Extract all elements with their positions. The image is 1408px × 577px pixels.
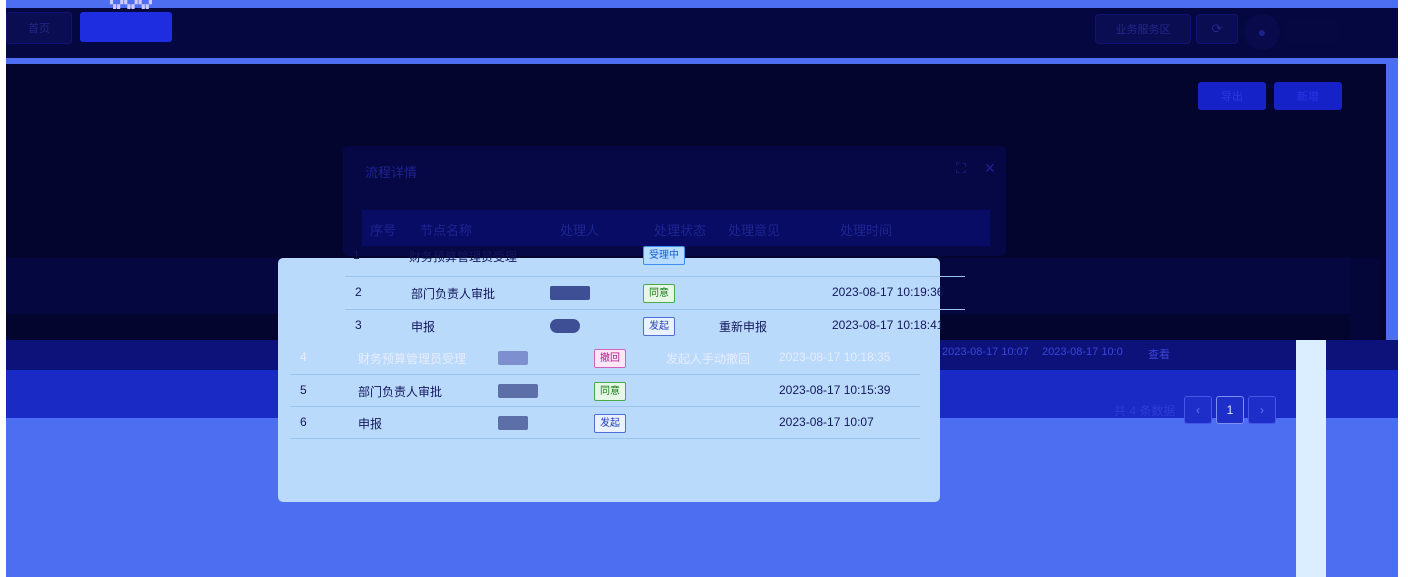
table-row: 6 申报 发起 2023-08-17 10:07 [300,414,874,433]
status-badge: 发起 [594,414,626,433]
table-row: 4 财务预算管理员受理 撤回 发起人手动撤回 2023-08-17 10:18:… [300,349,891,368]
tab-home[interactable]: 首页 [6,12,72,44]
chevron-right-icon[interactable]: › [1248,396,1276,424]
status-badge: 同意 [643,284,675,303]
handler-avatar [498,384,538,398]
header-status: 处理状态 [654,223,707,238]
status-badge: 同意 [594,382,626,401]
user-name[interactable] [1286,18,1338,42]
service-area-button[interactable]: 业务服务区 [1095,14,1191,44]
export-button[interactable]: 导出 [1198,82,1266,110]
tab-active[interactable] [80,12,172,42]
header-time: 处理时间 [840,223,893,238]
close-icon[interactable]: ✕ [984,160,996,177]
table-row: 2 部门负责人审批 同意 2023-08-17 10:19:36 [355,284,944,303]
table-cell: 2023-08-17 10:07 [942,346,1029,358]
refresh-icon[interactable]: ⟳ [1196,14,1238,44]
scrollbar-track[interactable] [1296,340,1326,577]
page-number[interactable]: 1 [1216,396,1244,424]
status-badge: 受理中 [643,246,685,265]
artifact-text: ▚▞▚▞▚▞ [110,0,153,9]
modal-table-header: 序号 节点名称 处理人 处理状态 处理意见 处理时间 [362,210,990,246]
chevron-left-icon[interactable]: ‹ [1184,396,1212,424]
table-row: 1 财务预算管理员受理 受理中 [345,244,965,276]
handler-avatar [550,286,590,300]
handler-avatar [498,351,528,365]
status-badge: 撤回 [594,349,626,368]
pagination-total: 共 4 条数据 [1114,404,1176,418]
handler-avatar [550,319,580,333]
table-cell: 2023-08-17 10:0 [1042,346,1123,358]
fullscreen-icon[interactable]: ⛶ [956,160,966,177]
header-no: 序号 [370,223,397,238]
right-edge [1398,0,1408,577]
header-opinion: 处理意见 [728,223,781,238]
header-handler: 处理人 [560,223,600,238]
table-row: 5 部门负责人审批 同意 2023-08-17 10:15:39 [300,382,891,401]
header-node: 节点名称 [420,223,473,238]
modal-title: 流程详情 [365,165,418,180]
handler-avatar [498,416,528,430]
user-avatar-icon[interactable]: ● [1244,14,1280,50]
add-button[interactable]: 新增 [1274,82,1342,110]
side-panel [1350,258,1380,350]
table-row: 3 申报 发起 重新申报 2023-08-17 10:18:41 [355,317,944,336]
view-link[interactable]: 查看 [1148,346,1170,362]
status-badge: 发起 [643,317,675,336]
